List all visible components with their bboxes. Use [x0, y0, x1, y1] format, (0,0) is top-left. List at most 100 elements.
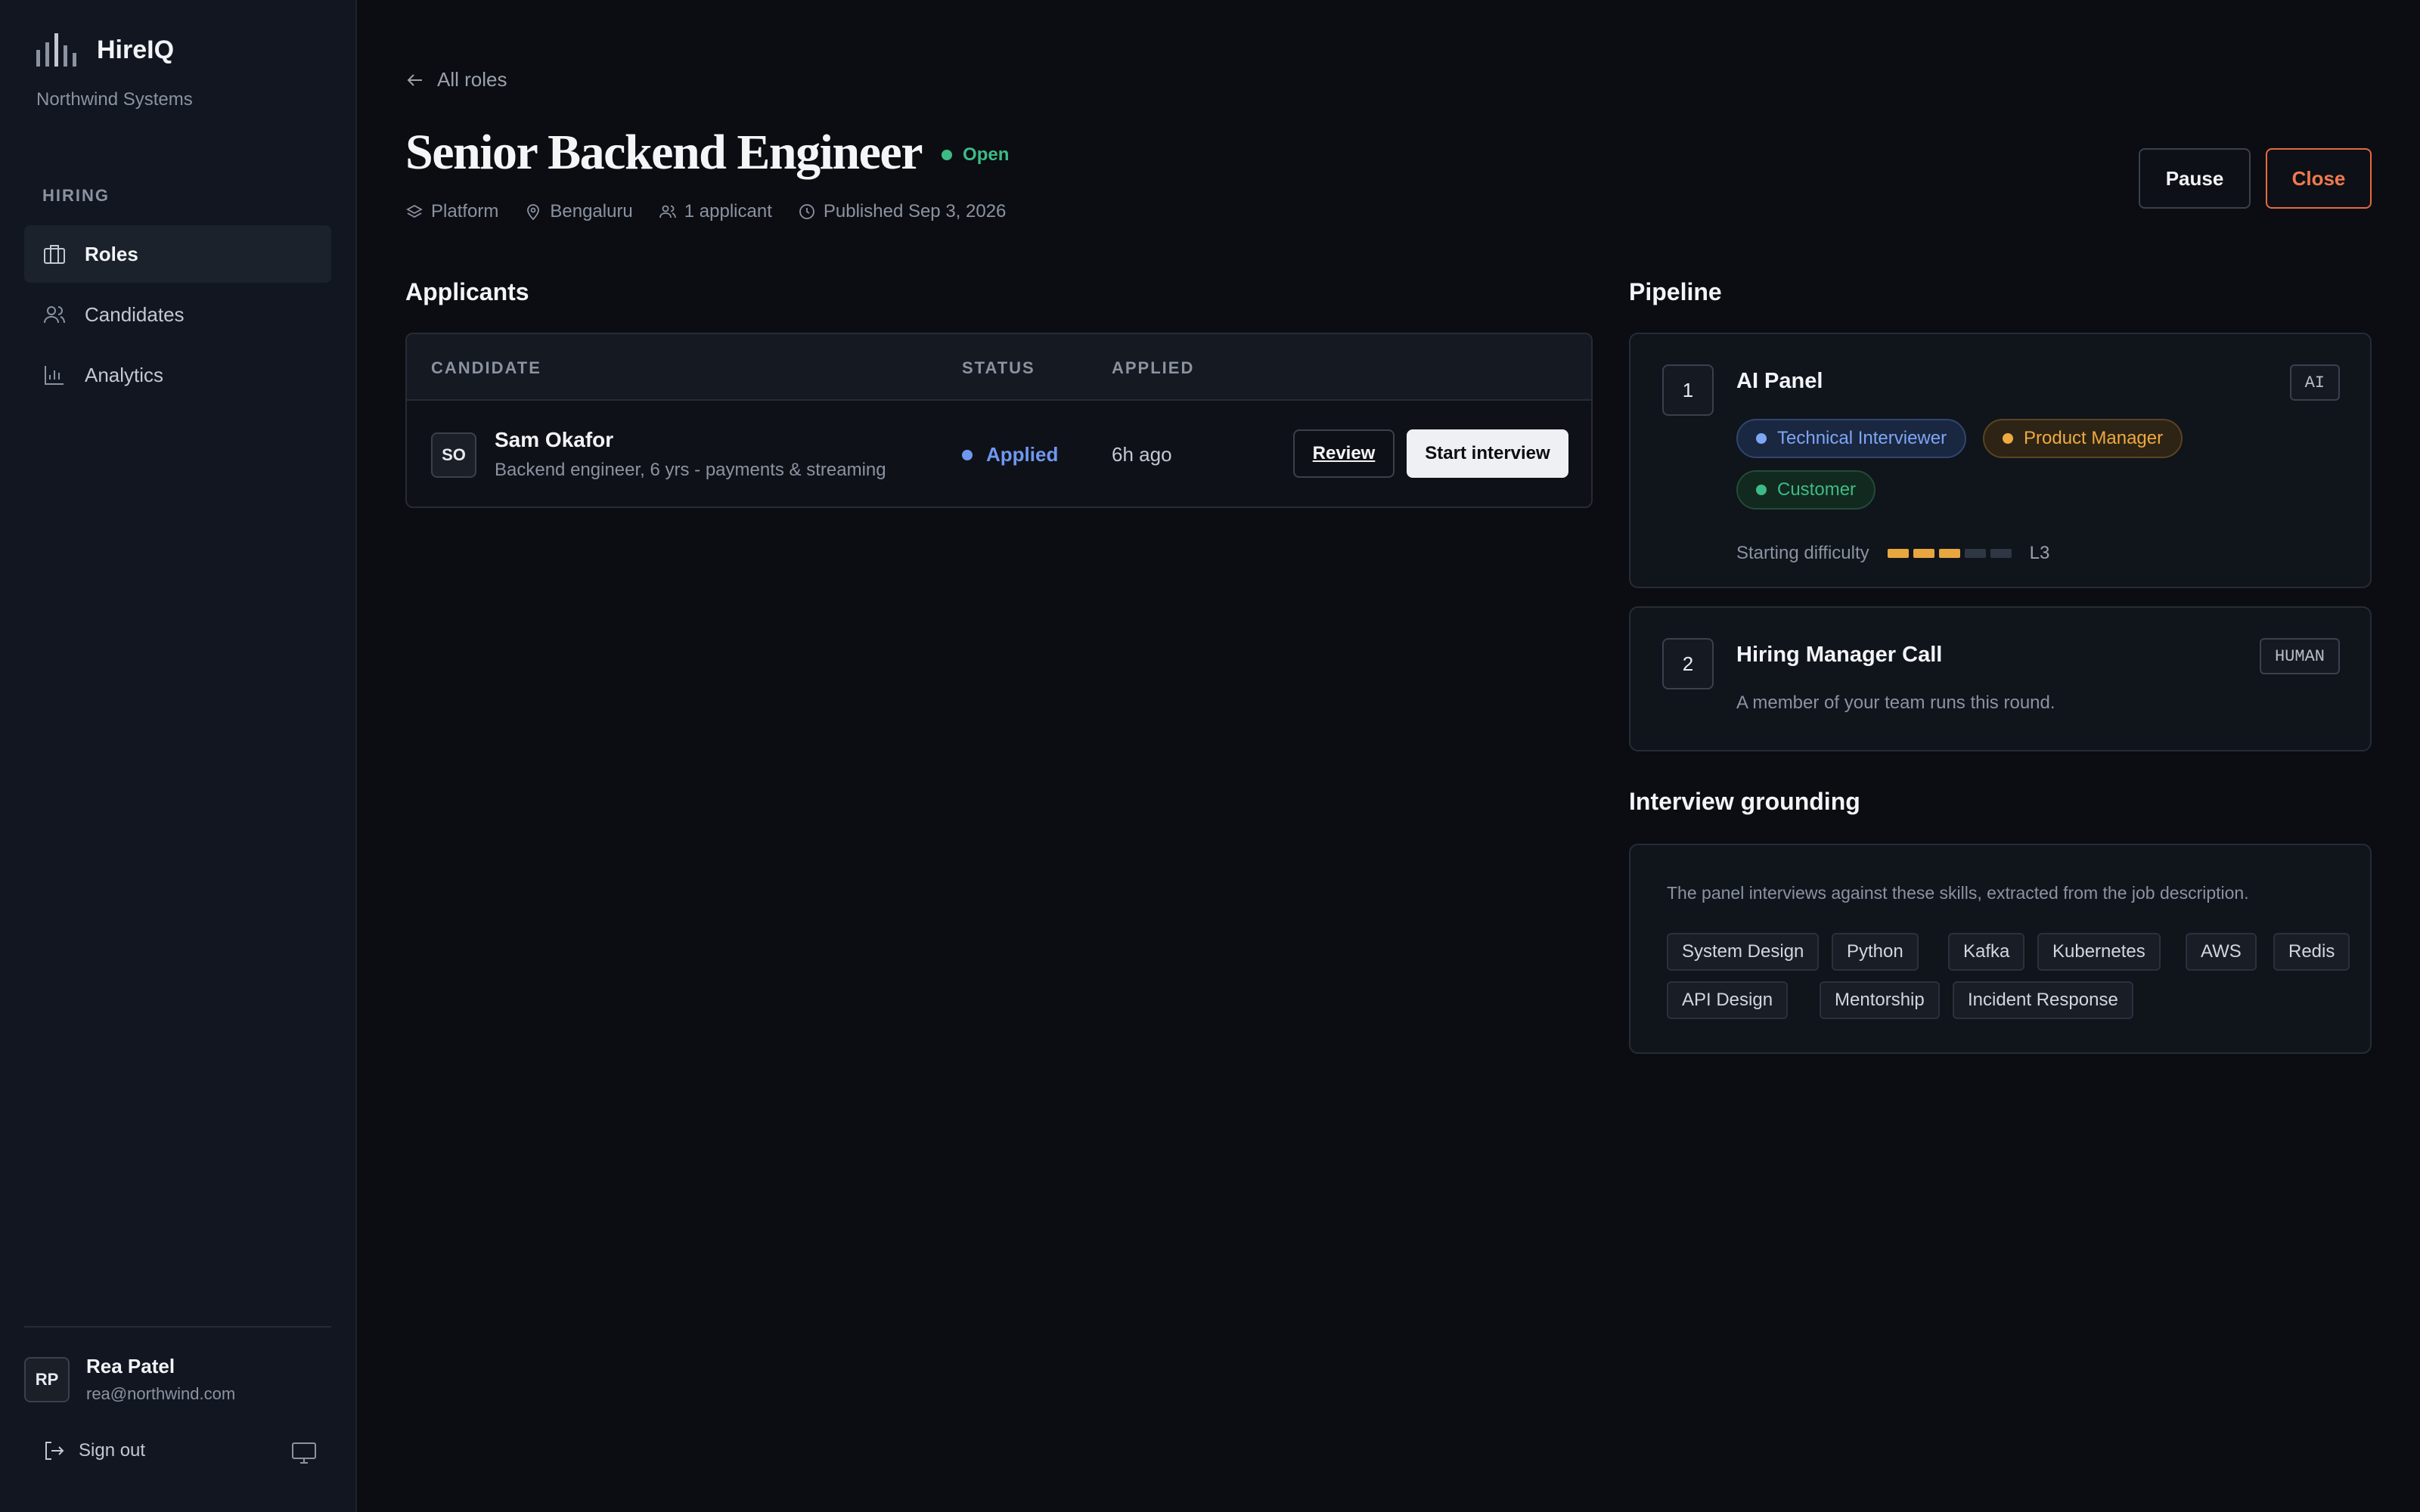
- close-role-button[interactable]: Close: [2266, 148, 2372, 209]
- org-name: Northwind Systems: [36, 89, 193, 110]
- sidebar: HireIQ Northwind Systems HIRING Roles Ca…: [0, 0, 357, 1512]
- panelist-pill: Customer: [1736, 470, 1876, 510]
- skill-chip: Kafka: [1948, 933, 2025, 971]
- candidate-status: Applied: [962, 443, 1058, 466]
- nav-section-label: HIRING: [42, 186, 110, 205]
- column-header-status[interactable]: STATUS: [962, 358, 1035, 378]
- candidate-avatar: SO: [431, 432, 476, 478]
- meta-published: Published Sep 3, 2026: [798, 201, 1007, 222]
- applicants-heading: Applicants: [405, 278, 529, 305]
- pill-dot: [1756, 433, 1767, 444]
- grounding-description: The panel interviews against these skill…: [1667, 883, 2249, 903]
- pause-button[interactable]: Pause: [2139, 148, 2251, 209]
- pill-dot: [2003, 433, 2013, 444]
- bar-chart-icon: [45, 366, 64, 385]
- avatar: RP: [24, 1356, 70, 1402]
- monitor-icon[interactable]: [290, 1441, 318, 1465]
- review-button[interactable]: Review: [1293, 429, 1395, 478]
- meta-team: Platform: [405, 201, 498, 222]
- status-label: Open: [963, 144, 1010, 165]
- sign-out-icon: [45, 1442, 64, 1460]
- briefcase-icon: [44, 245, 65, 264]
- page-title: Senior Backend Engineer: [405, 125, 923, 180]
- pipeline-step-hiring-manager-call[interactable]: 2 Hiring Manager Call HUMAN A member of …: [1629, 606, 2372, 751]
- skill-chip: Kubernetes: [2037, 933, 2161, 971]
- users-icon: [659, 205, 676, 218]
- sign-out-label: Sign out: [79, 1440, 146, 1461]
- table-row[interactable]: SO Sam Okafor Backend engineer, 6 yrs - …: [407, 401, 1591, 507]
- skill-chip: AWS: [2186, 933, 2257, 971]
- step-type-tag: AI: [2289, 364, 2340, 401]
- user-profile[interactable]: RP Rea Patel rea@northwind.com: [24, 1355, 235, 1404]
- panelist-label: Product Manager: [2024, 428, 2164, 448]
- applicants-table: CANDIDATE STATUS APPLIED SO Sam Okafor B…: [405, 333, 1593, 508]
- clock-icon: [799, 204, 814, 219]
- status-dot: [962, 449, 973, 460]
- users-icon: [44, 306, 65, 324]
- status-dot: [942, 150, 953, 160]
- sidebar-item-candidates[interactable]: Candidates: [24, 286, 331, 343]
- skill-chip: API Design: [1667, 981, 1789, 1019]
- logo-bars-icon: [36, 33, 76, 67]
- difficulty-label: Starting difficulty: [1736, 543, 1869, 563]
- skill-chip: Mentorship: [1820, 981, 1940, 1019]
- step-title: Hiring Manager Call: [1736, 643, 1943, 667]
- panelist-pill: Technical Interviewer: [1736, 419, 1967, 458]
- difficulty-bar: [1887, 549, 1909, 558]
- candidate-name[interactable]: Sam Okafor: [495, 428, 613, 452]
- title-row: Senior Backend Engineer Open: [405, 124, 1009, 181]
- meta-applicants: 1 applicant: [659, 201, 772, 222]
- user-name: Rea Patel: [86, 1355, 175, 1377]
- column-header-applied[interactable]: APPLIED: [1112, 358, 1194, 378]
- arrow-left-icon: [407, 73, 422, 86]
- step-description: A member of your team runs this round.: [1736, 692, 2055, 713]
- map-pin-icon: [527, 204, 540, 221]
- role-meta: Platform Bengaluru 1 applicant Published…: [405, 201, 1006, 222]
- sidebar-item-roles[interactable]: Roles: [24, 225, 331, 283]
- skill-chip: Python: [1832, 933, 1919, 971]
- step-number: 2: [1662, 638, 1714, 689]
- sidebar-item-label: Candidates: [85, 302, 185, 326]
- difficulty-indicator: Starting difficulty L3: [1736, 543, 2049, 564]
- layers-icon: [406, 204, 423, 218]
- pill-dot: [1756, 485, 1767, 495]
- skill-chip: Incident Response: [1953, 981, 2133, 1019]
- difficulty-bars: [1887, 549, 2012, 558]
- status-badge: Open: [942, 144, 1009, 166]
- skill-chip: System Design: [1667, 933, 1820, 971]
- meta-location-label: Bengaluru: [550, 201, 633, 222]
- difficulty-bar: [1964, 549, 1986, 558]
- difficulty-bar: [1990, 549, 2012, 558]
- sidebar-item-label: Roles: [85, 242, 138, 265]
- column-header-candidate[interactable]: CANDIDATE: [431, 358, 541, 378]
- panelist-label: Customer: [1777, 479, 1857, 500]
- main-content: All roles Senior Backend Engineer Open P…: [357, 0, 2420, 1512]
- skill-chip: Redis: [2273, 933, 2350, 971]
- table-header: CANDIDATE STATUS APPLIED: [407, 334, 1591, 401]
- pipeline-step-ai-panel[interactable]: 1 AI Panel AI Technical Interviewer Prod…: [1629, 333, 2372, 588]
- difficulty-level: L3: [2029, 543, 2050, 563]
- step-type-tag: HUMAN: [2259, 638, 2340, 674]
- brand[interactable]: HireIQ: [36, 33, 174, 67]
- grounding-heading: Interview grounding: [1629, 788, 1860, 815]
- difficulty-bar: [1913, 549, 1934, 558]
- start-interview-button[interactable]: Start interview: [1407, 429, 1568, 478]
- step-number: 1: [1662, 364, 1714, 416]
- meta-published-label: Published Sep 3, 2026: [823, 201, 1007, 222]
- candidate-applied-time: 6h ago: [1112, 443, 1172, 466]
- grounding-card: The panel interviews against these skill…: [1629, 844, 2372, 1054]
- user-email: rea@northwind.com: [86, 1384, 236, 1403]
- panelist-label: Technical Interviewer: [1777, 428, 1947, 448]
- back-link[interactable]: All roles: [405, 68, 507, 91]
- meta-applicants-label: 1 applicant: [684, 201, 772, 222]
- candidate-status-label: Applied: [986, 443, 1059, 466]
- step-title: AI Panel: [1736, 369, 1823, 393]
- sign-out-button[interactable]: Sign out: [42, 1439, 145, 1462]
- sidebar-item-analytics[interactable]: Analytics: [24, 346, 331, 404]
- candidate-summary: Backend engineer, 6 yrs - payments & str…: [495, 460, 886, 480]
- panelist-pill: Product Manager: [1983, 419, 2183, 458]
- brand-name: HireIQ: [97, 35, 175, 64]
- sidebar-divider: [24, 1326, 331, 1328]
- meta-team-label: Platform: [431, 201, 499, 222]
- pipeline-heading: Pipeline: [1629, 278, 1722, 305]
